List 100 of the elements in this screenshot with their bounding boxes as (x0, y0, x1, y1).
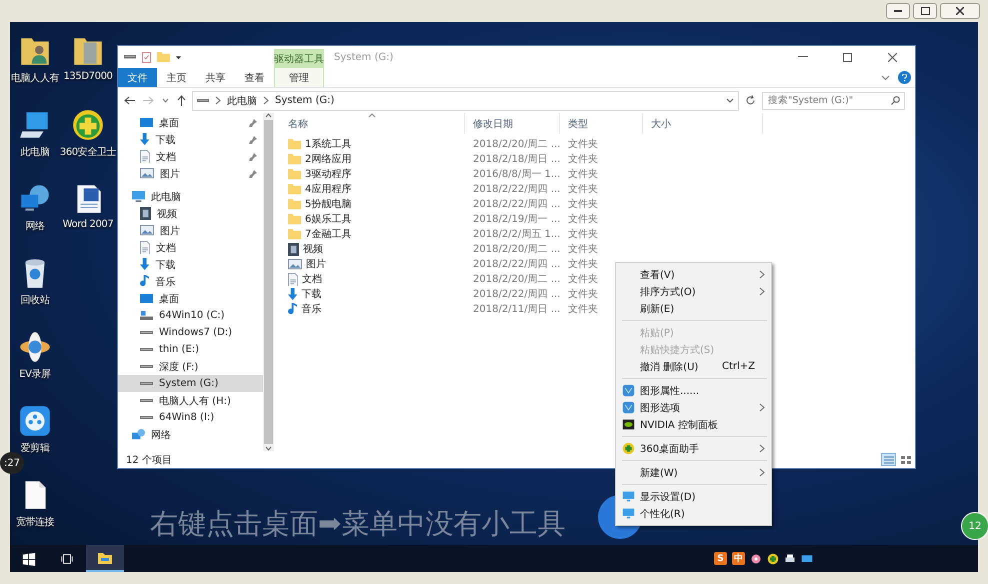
restore-button[interactable] (913, 3, 937, 19)
back-button[interactable] (122, 96, 137, 105)
nav-item[interactable]: 下载 (118, 256, 263, 273)
desktop-shortcut[interactable]: 宽带连接 (16, 478, 54, 529)
file-row[interactable]: 2网络应用 2018/2/18/周日 ... 文件夹 (280, 152, 606, 167)
file-row[interactable]: 1系统工具 2018/2/20/周二 ... 文件夹 (280, 137, 606, 152)
nav-item[interactable]: 图片 (118, 165, 263, 182)
scroll-thumb[interactable] (264, 120, 273, 444)
file-row[interactable]: 5扮靓电脑 2018/2/22/周四 ... 文件夹 (280, 197, 606, 212)
file-name: 6娱乐工具 (305, 212, 352, 227)
desktop-shortcut[interactable]: 135D7000 (63, 34, 113, 82)
file-row[interactable]: 音乐 2018/2/11/周日 ... 文件夹 (280, 302, 606, 317)
nav-item[interactable]: 图片 (118, 222, 263, 239)
nav-item[interactable]: 64Win10 (C:) (118, 307, 263, 324)
search-field[interactable]: 搜索"System (G:)" (762, 92, 905, 110)
close-icon (956, 7, 964, 15)
download-arrow-icon (288, 288, 298, 301)
nav-item[interactable]: Windows7 (D:) (118, 324, 263, 341)
details-view-button[interactable] (881, 453, 896, 466)
recent-locations-button[interactable] (160, 98, 171, 103)
desktop-shortcut[interactable]: 爱剪辑 (18, 404, 52, 455)
nav-item[interactable]: 文档 (118, 148, 263, 165)
expand-ribbon-icon[interactable] (881, 74, 890, 80)
nav-item[interactable]: 此电脑 (118, 188, 263, 205)
breadcrumb[interactable]: 此电脑 (227, 94, 257, 108)
file-tab[interactable]: 文件 (118, 68, 157, 87)
close-button[interactable] (940, 3, 980, 19)
nav-item[interactable]: 视频 (118, 205, 263, 222)
file-row[interactable]: 6娱乐工具 2018/2/19/周一 ... 文件夹 (280, 212, 606, 227)
file-row[interactable]: 视频 2018/2/20/周二 ... 文件夹 (280, 242, 606, 257)
menu-item[interactable]: 显示设置(D) (616, 488, 771, 505)
file-row[interactable]: 图片 2018/2/22/周四 ... 文件夹 (280, 257, 606, 272)
desktop-shortcut[interactable]: 网络 (18, 182, 52, 233)
help-icon[interactable] (898, 71, 911, 84)
menu-item[interactable]: 排序方式(O) (616, 283, 771, 300)
file-row[interactable]: 下载 2018/2/22/周四 ... 文件夹 (280, 287, 606, 302)
ribbon-tab[interactable]: 共享 (196, 68, 235, 87)
music-note-icon (288, 303, 298, 316)
desktop-shortcut[interactable]: 360安全卫士 (60, 108, 116, 159)
file-name: 下载 (301, 288, 322, 302)
menu-item[interactable]: 查看(V) (616, 266, 771, 283)
properties-icon (141, 52, 152, 62)
nav-item[interactable]: 电脑人人有 (H:) (118, 392, 263, 409)
date-cell-text: 2018/2/20/周二 ... (472, 243, 560, 257)
taskbar-button[interactable] (86, 545, 124, 572)
nav-item[interactable]: 下载 (118, 131, 263, 148)
address-bar[interactable]: 此电脑 System (G:) (192, 90, 739, 110)
column-header[interactable]: 大小 (643, 113, 763, 134)
file-name: 音乐 (301, 302, 322, 317)
nav-item[interactable]: 深度 (F:) (118, 358, 263, 375)
column-header[interactable]: 类型 (560, 113, 643, 134)
nav-item[interactable]: 网络 (118, 426, 263, 443)
tutorial-caption: 右键点击桌面➡菜单中没有小工具 (150, 506, 566, 542)
network-icon (801, 552, 813, 564)
type-cell-text: 文件夹 (567, 198, 599, 212)
folder-icon (288, 154, 301, 165)
tiles-view-button[interactable] (898, 453, 913, 466)
file-row[interactable]: 文档 2018/2/20/周二 ... 文件夹 (280, 272, 606, 287)
scroll-up-icon[interactable] (265, 113, 272, 118)
menu-item[interactable]: 个性化(R) (616, 505, 771, 522)
desktop-shortcut[interactable]: Word 2007 (62, 182, 114, 230)
menu-item[interactable]: 图形属性...... (616, 382, 771, 399)
ribbon-tab[interactable]: 管理 (274, 68, 324, 87)
scrollbar[interactable] (263, 113, 274, 451)
type-cell-text: 文件夹 (567, 182, 599, 197)
plus-circle-icon (622, 442, 635, 455)
flower-icon (750, 552, 762, 564)
up-button[interactable] (175, 95, 188, 106)
type-cell-text: 文件夹 (567, 302, 599, 317)
desktop-shortcut[interactable]: 电脑人人有 (10, 34, 59, 85)
desktop-shortcut[interactable]: 回收站 (18, 256, 52, 307)
nav-item[interactable]: 文档 (118, 239, 263, 256)
menu-item[interactable]: 图形选项 (616, 399, 771, 416)
folder-icon (288, 184, 301, 195)
file-row[interactable]: 4应用程序 2018/2/22/周四 ... 文件夹 (280, 182, 606, 197)
drive-icon (140, 348, 153, 352)
column-header[interactable]: 修改日期 (465, 113, 560, 134)
menu-item[interactable]: 360桌面助手 (616, 440, 771, 457)
ribbon-tab[interactable]: 主页 (157, 68, 196, 87)
file-row[interactable]: 7金融工具 2018/2/2/周五 1... 文件夹 (280, 227, 606, 242)
menu-item[interactable]: 新建(W) (616, 464, 771, 481)
nav-item[interactable]: thin (E:) (118, 341, 263, 358)
graphics-icon (622, 401, 635, 414)
minimize-button[interactable] (886, 3, 910, 19)
breadcrumb[interactable]: System (G:) (275, 95, 334, 106)
menu-item[interactable]: NVIDIA 控制面板 (616, 416, 771, 433)
nav-item[interactable]: 音乐 (118, 273, 263, 290)
menu-item[interactable]: 撤消 删除(U) Ctrl+Z (616, 358, 771, 375)
nav-item[interactable]: 桌面 (118, 114, 263, 131)
desktop-shortcut[interactable]: EV录屏 (18, 330, 52, 381)
file-row[interactable]: 3驱动程序 2016/8/8/周一 1... 文件夹 (280, 167, 606, 182)
nav-item[interactable]: 64Win8 (I:) (118, 409, 263, 426)
column-header[interactable]: 名称 (280, 113, 465, 134)
selected-nav-item[interactable]: System (G:) (118, 375, 263, 392)
menu-item[interactable]: 刷新(E) (616, 300, 771, 317)
nav-item[interactable]: 桌面 (118, 290, 263, 307)
scroll-down-icon[interactable] (265, 446, 272, 451)
ribbon-tab[interactable]: 查看 (235, 68, 274, 87)
desktop-shortcut[interactable]: 此电脑 (18, 108, 52, 159)
date-cell-text: 2018/2/11/周日 ... (472, 303, 560, 317)
